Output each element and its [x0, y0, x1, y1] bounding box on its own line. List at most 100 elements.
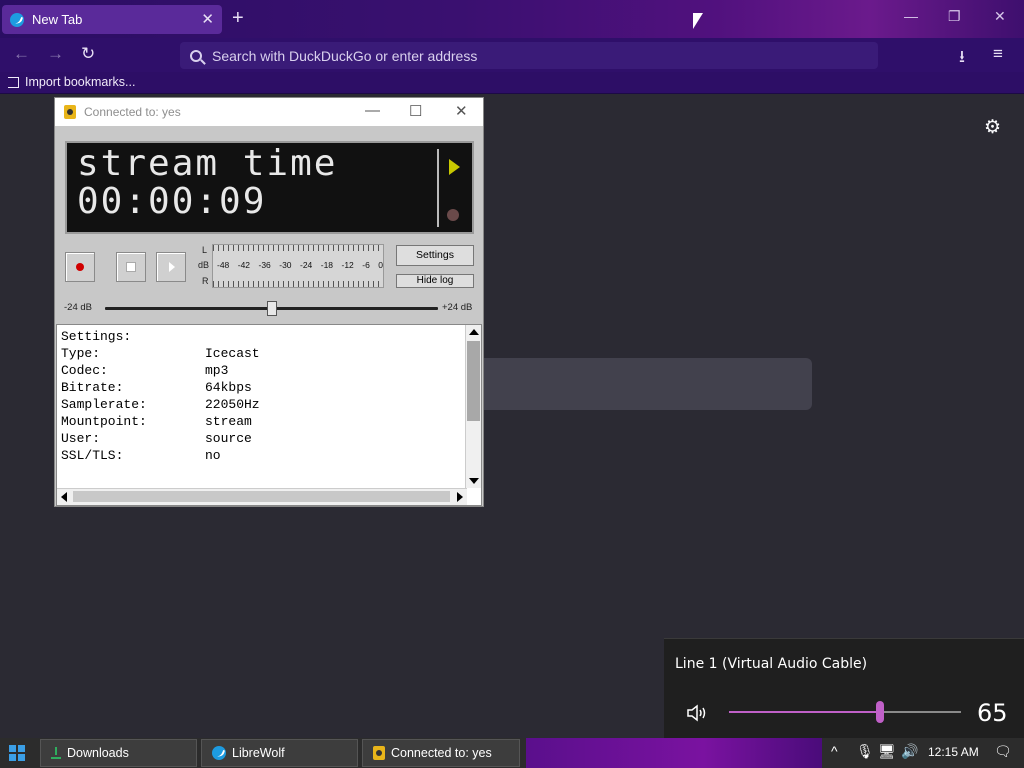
vu-right-label: R	[202, 276, 209, 286]
volume-slider-fill	[729, 711, 880, 713]
log-key: Bitrate:	[61, 380, 124, 395]
import-bookmarks-label: Import bookmarks...	[25, 75, 136, 89]
speaker-icon[interactable]	[686, 703, 710, 723]
taskbar-item-downloads[interactable]: Downloads	[40, 739, 197, 767]
vu-scale-tick: -12	[341, 260, 354, 270]
log-vertical-scrollbar[interactable]	[465, 325, 481, 488]
nav-bar: ← → ↻ Search with DuckDuckGo or enter ad…	[0, 38, 1024, 72]
log-value: no	[205, 448, 221, 463]
log-key: Type:	[61, 346, 101, 361]
butt-app-icon	[373, 746, 385, 760]
record-button[interactable]	[65, 252, 95, 282]
close-window-button[interactable]: ✕	[994, 8, 1006, 25]
url-bar[interactable]: Search with DuckDuckGo or enter address	[180, 42, 878, 69]
vu-scale-tick: -18	[320, 260, 334, 270]
scroll-up-icon[interactable]	[469, 329, 479, 335]
lcd-line-1: stream time	[77, 143, 338, 184]
taskbar-item-label: LibreWolf	[232, 746, 285, 760]
windows-start-icon[interactable]	[9, 745, 25, 761]
vu-meter: -48 -42 -36 -30 -24 -18 -12 -6 0	[212, 244, 384, 288]
download-folder-icon	[51, 747, 61, 759]
taskbar-empty-area	[526, 738, 822, 768]
butt-app-icon	[64, 105, 76, 119]
close-tab-icon[interactable]: ✕	[201, 12, 214, 27]
hide-log-button[interactable]: Hide log	[396, 274, 474, 288]
record-icon	[76, 263, 84, 271]
log-value: stream	[205, 414, 252, 429]
log-panel[interactable]: Settings: Type: Icecast Codec: mp3 Bitrate: 64…	[56, 324, 482, 506]
forward-icon[interactable]: →	[47, 44, 64, 64]
volume-slider-thumb[interactable]	[875, 701, 884, 723]
gain-min-label: -24 dB	[64, 302, 92, 313]
play-button[interactable]	[156, 252, 186, 282]
log-key: Codec:	[61, 363, 108, 378]
vu-scale-tick: -30	[279, 260, 292, 270]
butt-close-button[interactable]: ✕	[455, 102, 468, 120]
reload-icon[interactable]: ↻	[81, 44, 95, 64]
gear-icon[interactable]: ⚙	[984, 116, 1001, 139]
lcd-divider	[437, 149, 439, 227]
back-icon[interactable]: ←	[13, 44, 30, 64]
vu-scale-tick: -6	[362, 260, 370, 270]
log-value: mp3	[205, 363, 229, 378]
vu-ticks-left	[213, 245, 383, 251]
settings-button[interactable]: Settings	[396, 245, 474, 266]
taskbar-item-librewolf[interactable]: LibreWolf	[201, 739, 358, 767]
chevron-up-icon[interactable]: ^	[831, 743, 838, 759]
downloads-icon[interactable]: ⭳	[959, 44, 965, 73]
play-indicator-icon	[449, 159, 460, 175]
restore-button[interactable]: ❐	[948, 8, 961, 25]
hscroll-thumb[interactable]	[73, 491, 450, 502]
microphone-icon[interactable]: 🎙	[856, 743, 874, 760]
play-icon	[169, 262, 175, 272]
butt-title: Connected to: yes	[84, 105, 181, 119]
taskbar-item-label: Downloads	[67, 746, 129, 760]
log-rows: Settings: Type: Icecast Codec: mp3 Bitrate: 64…	[61, 329, 260, 465]
vu-scale-tick: 0	[378, 260, 383, 270]
butt-minimize-button[interactable]: —	[365, 102, 380, 119]
scroll-thumb[interactable]	[467, 341, 480, 421]
clock[interactable]: 12:15 AM	[928, 745, 979, 759]
mouse-cursor	[693, 13, 703, 29]
volume-slider-track[interactable]	[729, 701, 961, 723]
stop-icon	[126, 262, 136, 272]
import-bookmarks-link[interactable]: Import bookmarks...	[8, 75, 135, 89]
search-box-panel[interactable]	[460, 358, 812, 410]
log-value: Icecast	[205, 346, 260, 361]
tab-new-tab[interactable]: New Tab ✕	[2, 5, 222, 34]
log-value: source	[205, 431, 252, 446]
tab-title: New Tab	[32, 12, 83, 27]
taskbar: Downloads LibreWolf Connected to: yes ^ …	[0, 738, 1024, 768]
log-row: Settings:	[61, 329, 260, 346]
scroll-right-icon[interactable]	[457, 492, 463, 502]
taskbar-item-butt[interactable]: Connected to: yes	[362, 739, 520, 767]
gain-slider-thumb[interactable]	[266, 301, 277, 316]
minimize-button[interactable]: —	[904, 8, 918, 24]
butt-window: Connected to: yes — ☐ ✕ stream time 00:0…	[54, 97, 484, 507]
notifications-icon[interactable]: 🗨	[994, 743, 1012, 760]
scroll-down-icon[interactable]	[469, 478, 479, 484]
butt-maximize-button[interactable]: ☐	[409, 102, 422, 120]
network-icon[interactable]: 🖥	[878, 743, 896, 760]
librewolf-icon	[212, 746, 226, 760]
volume-tray-icon[interactable]: 🔊	[901, 743, 918, 760]
log-key: Settings:	[61, 329, 132, 344]
log-key: User:	[61, 431, 101, 446]
log-row: Bitrate: 64kbps	[61, 380, 260, 397]
butt-titlebar[interactable]: Connected to: yes — ☐ ✕	[55, 98, 483, 126]
log-horizontal-scrollbar[interactable]	[57, 488, 467, 505]
volume-value: 65	[977, 699, 1008, 727]
log-row: Samplerate: 22050Hz	[61, 397, 260, 414]
vu-scale-tick: -42	[237, 260, 251, 270]
volume-flyout: Line 1 (Virtual Audio Cable) 65	[664, 638, 1024, 738]
lcd-line-2: 00:00:09	[77, 181, 267, 222]
stop-button[interactable]	[116, 252, 146, 282]
audio-device-name: Line 1 (Virtual Audio Cable)	[675, 656, 868, 672]
log-row: Mountpoint: stream	[61, 414, 260, 431]
log-key: SSL/TLS:	[61, 448, 124, 463]
gain-max-label: +24 dB	[442, 302, 473, 313]
new-tab-button[interactable]: +	[232, 8, 244, 28]
scroll-left-icon[interactable]	[61, 492, 67, 502]
menu-icon[interactable]: ≡	[993, 44, 1003, 64]
vu-scale-tick: -48	[217, 260, 230, 270]
